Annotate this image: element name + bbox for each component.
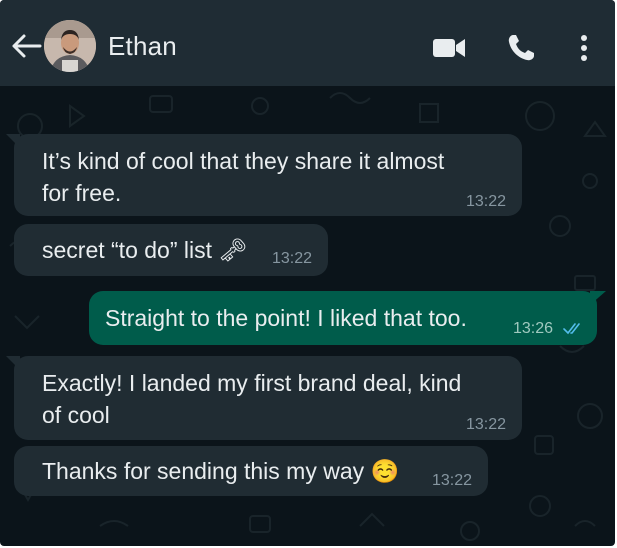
message-timestamp: 13:26 bbox=[513, 320, 554, 337]
phone-call-icon[interactable] bbox=[506, 33, 536, 63]
more-options-icon[interactable] bbox=[574, 33, 594, 63]
contact-name[interactable]: Ethan bbox=[108, 31, 177, 62]
message-timestamp: 13:22 bbox=[466, 193, 507, 210]
bubble-tail bbox=[6, 134, 20, 148]
avatar-photo bbox=[44, 20, 96, 72]
contact-avatar[interactable] bbox=[44, 20, 96, 72]
incoming-message[interactable]: secret “to do” list 🗝 13:22 bbox=[14, 224, 328, 276]
message-timestamp: 13:22 bbox=[272, 250, 313, 267]
back-arrow-icon[interactable] bbox=[10, 33, 42, 59]
message-text-line: for free. bbox=[42, 180, 122, 206]
bubble-tail bbox=[6, 356, 20, 370]
incoming-message[interactable]: Thanks for sending this my way ☺️ 13:22 bbox=[14, 446, 488, 496]
message-list[interactable]: It’s kind of cool that they share it alm… bbox=[0, 86, 615, 546]
message-text-line: It’s kind of cool that they share it alm… bbox=[42, 148, 445, 174]
chat-window: Ethan It’s kind of cool that they share … bbox=[0, 0, 615, 546]
outgoing-message[interactable]: Straight to the point! I liked that too.… bbox=[89, 291, 597, 345]
incoming-message[interactable]: It’s kind of cool that they share it alm… bbox=[14, 134, 522, 216]
incoming-message[interactable]: Exactly! I landed my first brand deal, k… bbox=[14, 356, 522, 440]
message-timestamp: 13:22 bbox=[432, 472, 473, 489]
message-timestamp: 13:22 bbox=[466, 416, 507, 433]
bubble-tail bbox=[590, 291, 606, 305]
message-text-line: Straight to the point! I liked that too. bbox=[105, 305, 467, 331]
read-receipt-icon bbox=[563, 323, 580, 335]
message-text-line: Exactly! I landed my first brand deal, k… bbox=[42, 370, 462, 396]
video-call-icon[interactable] bbox=[432, 37, 466, 59]
message-text-line: secret “to do” list 🗝 bbox=[42, 237, 248, 263]
chat-header: Ethan bbox=[0, 0, 615, 86]
message-text-line: Thanks for sending this my way ☺️ bbox=[42, 458, 400, 484]
message-text-line: of cool bbox=[42, 402, 110, 428]
